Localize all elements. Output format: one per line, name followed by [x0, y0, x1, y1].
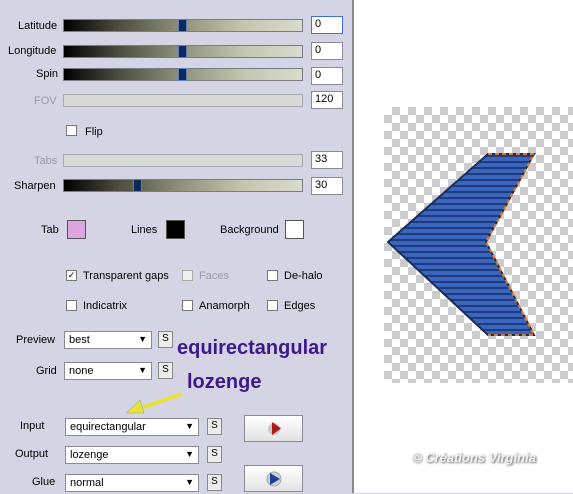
chevron-down-icon: ▼: [138, 334, 147, 344]
preview-button[interactable]: [244, 465, 303, 492]
spin-label: Spin: [36, 68, 59, 80]
output-select-value: lozenge: [70, 449, 109, 461]
lozenge-preview-image: [386, 153, 536, 336]
lines-color-label: Lines: [131, 224, 158, 236]
tabs-input[interactable]: 33: [311, 151, 343, 169]
tabs-label: Tabs: [34, 155, 58, 167]
spin-slider-thumb[interactable]: [178, 68, 187, 81]
faces-checkbox: [182, 270, 193, 281]
transparent-gaps-checkbox[interactable]: ✓: [66, 270, 77, 281]
grid-s-button[interactable]: S: [158, 362, 173, 379]
transparent-gaps-label: Transparent gaps: [83, 270, 169, 282]
latitude-slider-thumb[interactable]: [178, 19, 187, 32]
annotation-lozenge: lozenge: [187, 371, 262, 393]
annotation-equirectangular: equirectangular: [177, 337, 328, 359]
glue-select-value: normal: [70, 477, 104, 489]
longitude-slider-thumb[interactable]: [178, 45, 187, 58]
edges-label: Edges: [284, 300, 316, 312]
fov-slider: [63, 94, 303, 107]
glue-select[interactable]: normal ▼: [65, 474, 199, 492]
indicatrix-checkbox[interactable]: [66, 300, 77, 311]
sharpen-slider-thumb[interactable]: [133, 179, 142, 192]
spin-input[interactable]: 0: [311, 67, 343, 85]
preview-s-button[interactable]: S: [158, 331, 173, 348]
output-s-button[interactable]: S: [207, 446, 222, 463]
sharpen-slider[interactable]: [63, 179, 303, 192]
input-select[interactable]: equirectangular ▼: [65, 418, 199, 436]
flip-checkbox[interactable]: [66, 125, 77, 136]
sharpen-label: Sharpen: [14, 180, 56, 192]
arrow-icon: [125, 392, 183, 414]
faces-label: Faces: [199, 270, 229, 282]
chevron-down-icon: ▼: [185, 421, 194, 431]
apply-button[interactable]: [244, 415, 303, 442]
tab-color-swatch[interactable]: [67, 220, 86, 239]
latitude-slider[interactable]: [63, 19, 303, 32]
play-red-icon: [268, 422, 281, 435]
edges-checkbox[interactable]: [267, 300, 278, 311]
de-halo-checkbox[interactable]: [267, 270, 278, 281]
tabs-slider: [63, 154, 303, 167]
preview-select[interactable]: best ▼: [64, 331, 152, 349]
indicatrix-label: Indicatrix: [83, 300, 128, 312]
grid-select[interactable]: none ▼: [64, 362, 152, 380]
chevron-down-icon: ▼: [138, 365, 147, 375]
watermark: © Créations Virginia: [412, 450, 536, 465]
spin-slider[interactable]: [63, 68, 303, 81]
play-blue-icon: [266, 471, 282, 487]
input-s-button[interactable]: S: [207, 418, 222, 435]
preview-select-value: best: [69, 334, 90, 346]
input-select-value: equirectangular: [70, 421, 146, 433]
grid-select-value: none: [69, 365, 94, 377]
fov-label: FOV: [34, 95, 57, 107]
longitude-input[interactable]: 0: [311, 42, 343, 60]
output-label: Output: [15, 448, 49, 460]
glue-s-button[interactable]: S: [207, 474, 222, 491]
latitude-label: Latitude: [18, 20, 58, 32]
de-halo-label: De-halo: [284, 270, 323, 282]
lines-color-swatch[interactable]: [166, 220, 185, 239]
sharpen-input[interactable]: 30: [311, 177, 343, 195]
background-color-swatch[interactable]: [285, 220, 304, 239]
latitude-input[interactable]: 0: [311, 16, 343, 34]
glue-label: Glue: [32, 476, 56, 488]
background-color-label: Background: [220, 224, 279, 236]
tab-color-label: Tab: [41, 224, 59, 236]
anamorph-label: Anamorph: [199, 300, 250, 312]
chevron-down-icon: ▼: [185, 449, 194, 459]
chevron-down-icon: ▼: [185, 477, 194, 487]
fov-input[interactable]: 120: [311, 91, 343, 109]
longitude-label: Longitude: [8, 45, 57, 57]
preview-label: Preview: [16, 334, 56, 346]
longitude-slider[interactable]: [63, 45, 303, 58]
flip-label: Flip: [85, 126, 103, 138]
input-label: Input: [20, 420, 45, 432]
grid-label: Grid: [36, 365, 57, 377]
output-select[interactable]: lozenge ▼: [65, 446, 199, 464]
anamorph-checkbox[interactable]: [182, 300, 193, 311]
